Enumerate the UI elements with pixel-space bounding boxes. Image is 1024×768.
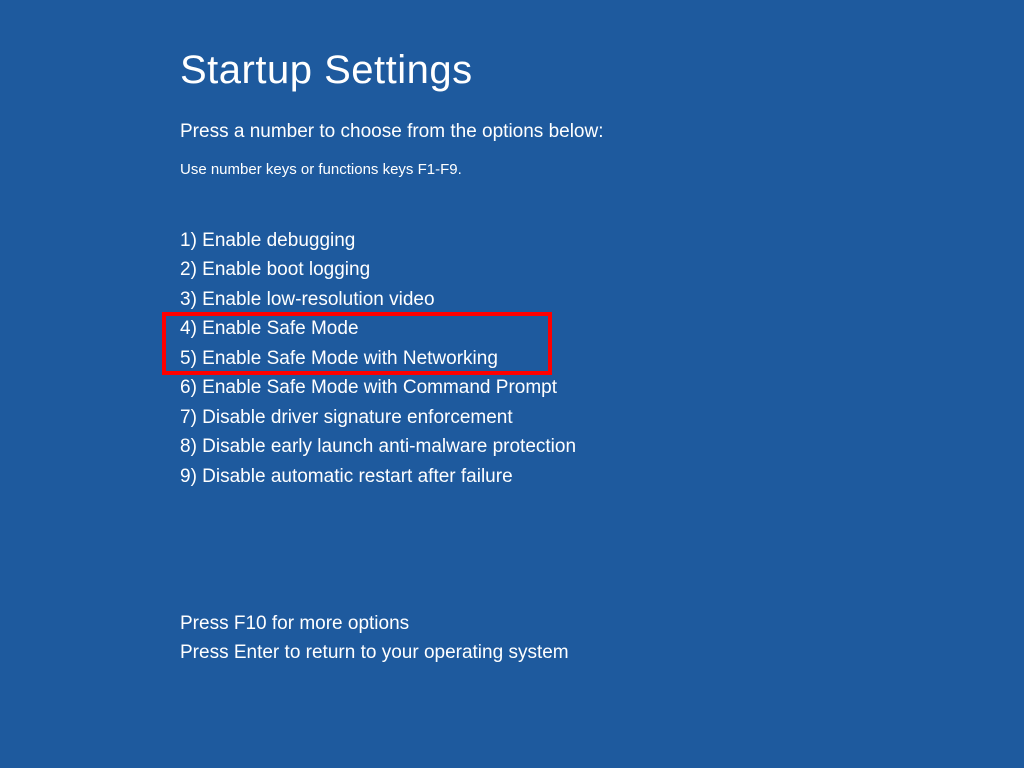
option-3[interactable]: 3) Enable low-resolution video	[180, 285, 1024, 314]
option-4[interactable]: 4) Enable Safe Mode	[180, 314, 1024, 343]
return-text: Press Enter to return to your operating …	[180, 638, 1024, 667]
startup-settings-screen: Startup Settings Press a number to choos…	[0, 0, 1024, 668]
option-9[interactable]: 9) Disable automatic restart after failu…	[180, 462, 1024, 491]
subtitle-text: Press a number to choose from the option…	[180, 121, 1024, 143]
options-list: 1) Enable debugging 2) Enable boot loggi…	[180, 226, 1024, 491]
more-options-text: Press F10 for more options	[180, 609, 1024, 638]
page-title: Startup Settings	[180, 48, 1024, 93]
option-5[interactable]: 5) Enable Safe Mode with Networking	[180, 344, 1024, 373]
option-1[interactable]: 1) Enable debugging	[180, 226, 1024, 255]
option-2[interactable]: 2) Enable boot logging	[180, 255, 1024, 284]
option-8[interactable]: 8) Disable early launch anti-malware pro…	[180, 432, 1024, 461]
option-7[interactable]: 7) Disable driver signature enforcement	[180, 403, 1024, 432]
option-6[interactable]: 6) Enable Safe Mode with Command Prompt	[180, 373, 1024, 402]
hint-text: Use number keys or functions keys F1-F9.	[180, 161, 1024, 178]
footer-instructions: Press F10 for more options Press Enter t…	[180, 609, 1024, 668]
